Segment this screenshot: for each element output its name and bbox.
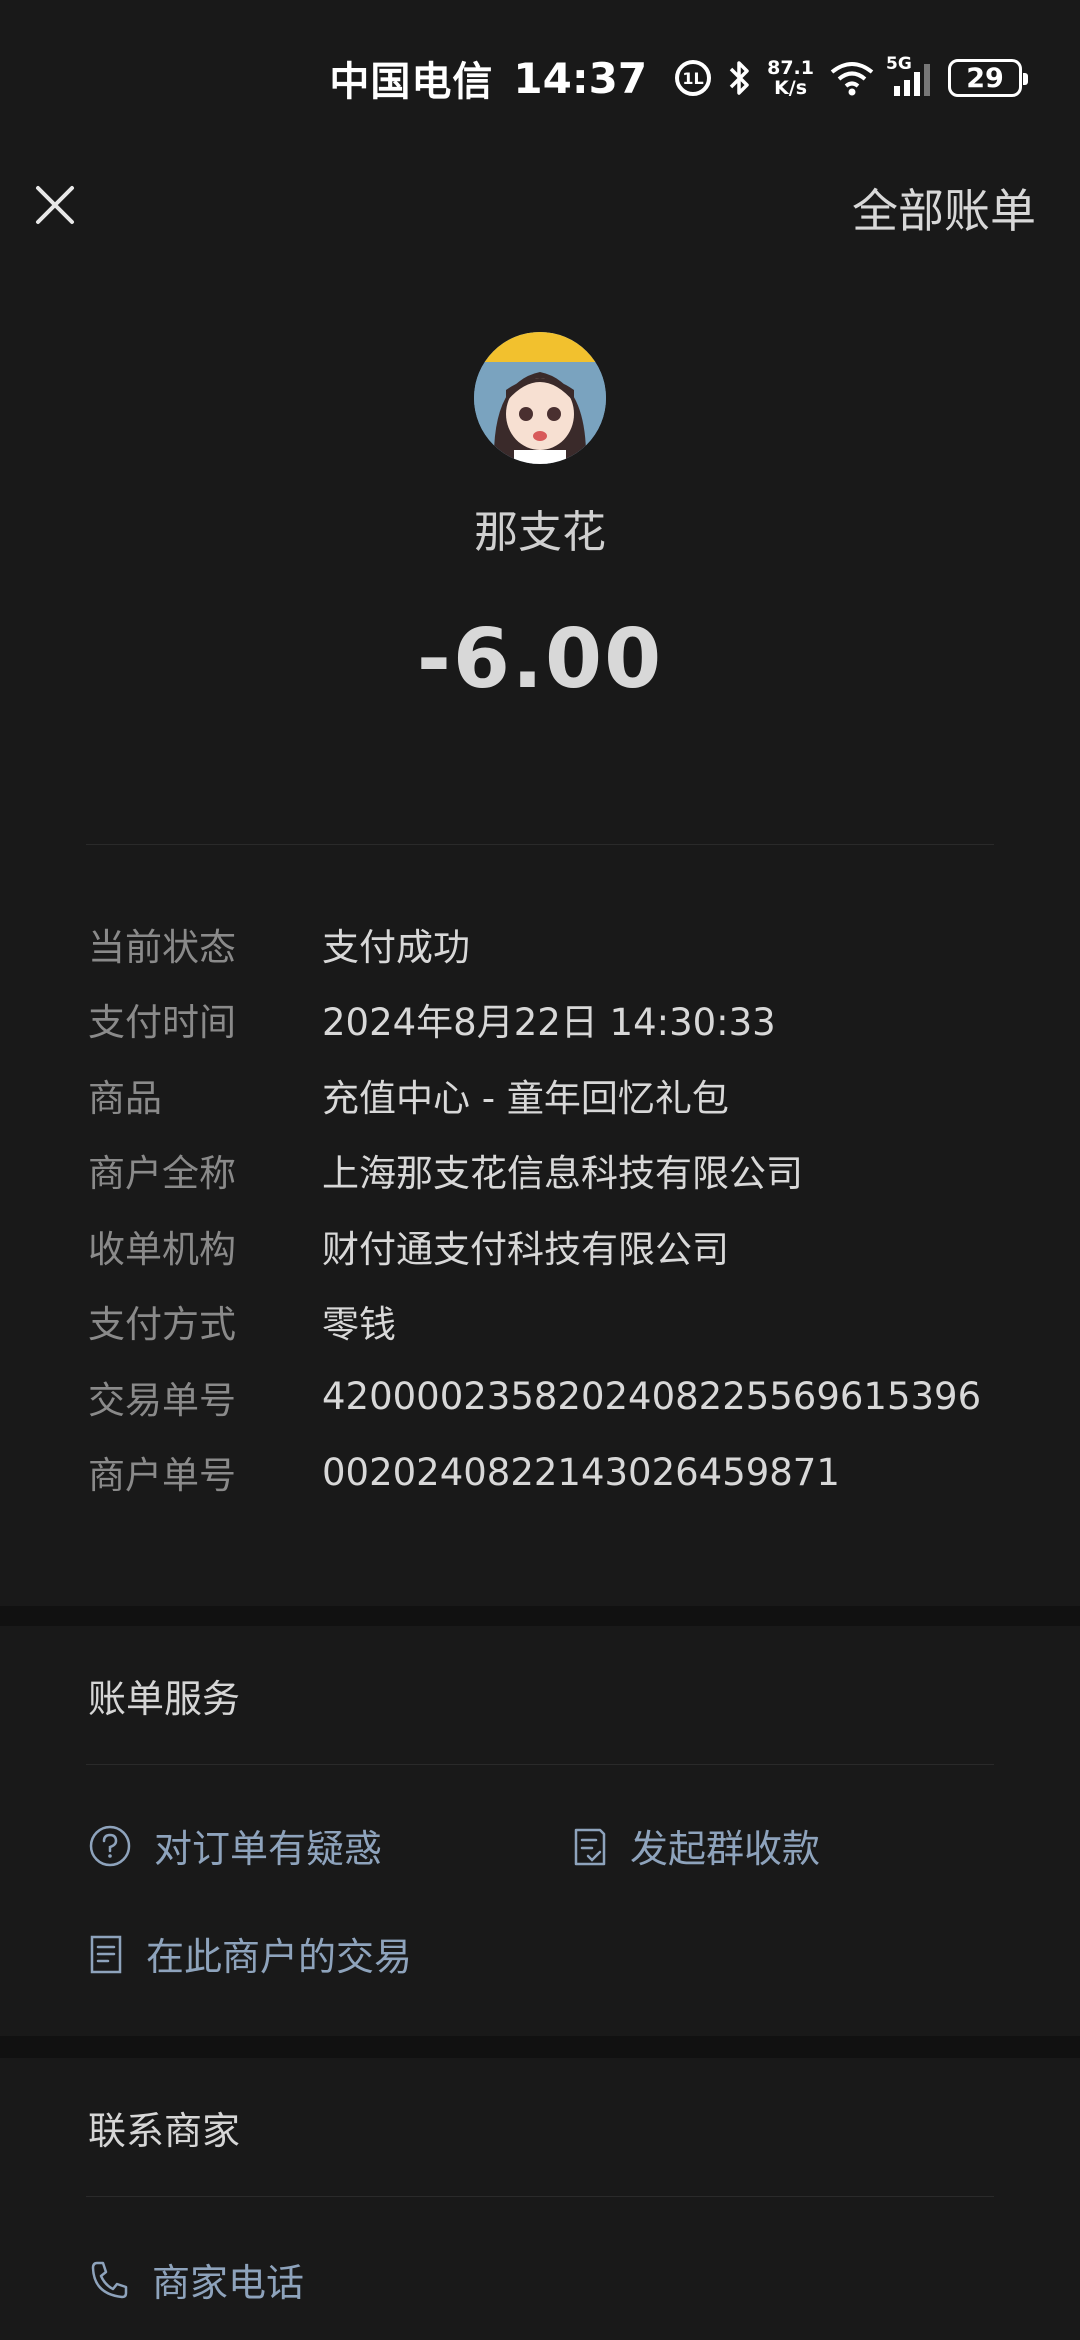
- detail-row-status: 当前状态 支付成功: [88, 906, 1040, 982]
- detail-row-payment-method: 支付方式 零钱: [88, 1284, 1040, 1360]
- detail-value: 2024年8月22日 14:30:33: [322, 1001, 776, 1045]
- bill-detail-page: 中国电信 14:37 1L 87.1 K/s 5G 29 全部账单 那支花 -6…: [0, 0, 1080, 2340]
- detail-value: 上海那支花信息科技有限公司: [322, 1152, 803, 1196]
- question-order-label: 对订单有疑惑: [154, 1827, 383, 1871]
- divider: [86, 1764, 994, 1765]
- detail-value: 支付成功: [322, 925, 470, 969]
- status-bar: 中国电信 14:37 1L 87.1 K/s 5G 29: [0, 48, 1080, 108]
- payment-amount: -6.00: [416, 612, 664, 707]
- phone-icon: [91, 2261, 128, 2298]
- detail-label: 收单机构: [88, 1227, 236, 1271]
- network-speed-unit: K/s: [774, 77, 808, 99]
- carrier-name: 中国电信: [329, 59, 494, 105]
- detail-label: 商户全称: [88, 1152, 236, 1196]
- bluetooth-icon: [727, 58, 753, 98]
- transaction-details: 当前状态 支付成功 支付时间 2024年8月22日 14:30:33 商品 充值…: [88, 906, 1040, 1510]
- question-order-link[interactable]: 对订单有疑惑: [88, 1818, 382, 1873]
- hd-call-icon: 1L: [673, 58, 713, 98]
- merchant-avatar: [474, 332, 606, 464]
- merchant-phone-link[interactable]: 商家电话: [88, 2252, 304, 2307]
- network-speed-value: 87.1: [767, 57, 814, 79]
- close-button[interactable]: [30, 180, 80, 230]
- detail-row-transaction-id: 交易单号 4200002358202408225569615396: [88, 1359, 1040, 1435]
- detail-label: 商品: [88, 1076, 162, 1120]
- detail-label: 当前状态: [88, 925, 236, 969]
- detail-label: 商户单号: [88, 1454, 236, 1498]
- divider: [86, 2196, 994, 2197]
- clock: 14:37: [513, 53, 648, 103]
- group-collect-icon: [574, 1828, 606, 1865]
- detail-value: 充值中心 - 童年回忆礼包: [322, 1076, 729, 1120]
- contact-merchant-title: 联系商家: [88, 2109, 241, 2153]
- bill-service-title: 账单服务: [88, 1677, 241, 1721]
- detail-value: 0020240822143026459871: [322, 1450, 840, 1494]
- section-separator: [0, 1606, 1080, 1626]
- all-bills-link[interactable]: 全部账单: [852, 175, 1036, 241]
- detail-row-acquirer: 收单机构 财付通支付科技有限公司: [88, 1208, 1040, 1284]
- detail-label: 支付方式: [88, 1303, 236, 1347]
- detail-label: 交易单号: [88, 1378, 236, 1422]
- detail-row-pay-time: 支付时间 2024年8月22日 14:30:33: [88, 982, 1040, 1058]
- detail-value: 财付通支付科技有限公司: [322, 1227, 729, 1271]
- question-circle-icon: [89, 1825, 131, 1866]
- group-collect-link[interactable]: 发起群收款: [572, 1818, 820, 1873]
- group-collect-label: 发起群收款: [630, 1827, 821, 1871]
- cellular-signal-icon: 5G: [886, 54, 934, 98]
- close-icon: [36, 186, 74, 224]
- merchant-name: 那支花: [474, 507, 606, 558]
- battery-indicator: 29: [948, 59, 1028, 97]
- divider: [86, 844, 994, 845]
- detail-row-merchant-full-name: 商户全称 上海那支花信息科技有限公司: [88, 1133, 1040, 1209]
- detail-label: 支付时间: [88, 1001, 236, 1045]
- detail-row-merchant-order-id: 商户单号 0020240822143026459871: [88, 1435, 1040, 1511]
- battery-level: 29: [966, 62, 1004, 94]
- detail-value: 零钱: [322, 1303, 396, 1347]
- merchant-transactions-label: 在此商户的交易: [146, 1935, 413, 1979]
- top-bar: 全部账单: [0, 160, 1080, 250]
- merchant-phone-label: 商家电话: [152, 2261, 305, 2305]
- svg-text:1L: 1L: [682, 69, 703, 88]
- signal-label: 5G: [886, 54, 912, 74]
- merchant-transactions-link[interactable]: 在此商户的交易: [88, 1926, 412, 1981]
- wifi-icon: [828, 58, 876, 98]
- detail-value: 4200002358202408225569615396: [322, 1375, 982, 1419]
- detail-row-product: 商品 充值中心 - 童年回忆礼包: [88, 1057, 1040, 1133]
- section-separator: [0, 2036, 1080, 2058]
- network-speed: 87.1 K/s: [767, 58, 814, 98]
- document-list-icon: [90, 1935, 122, 1973]
